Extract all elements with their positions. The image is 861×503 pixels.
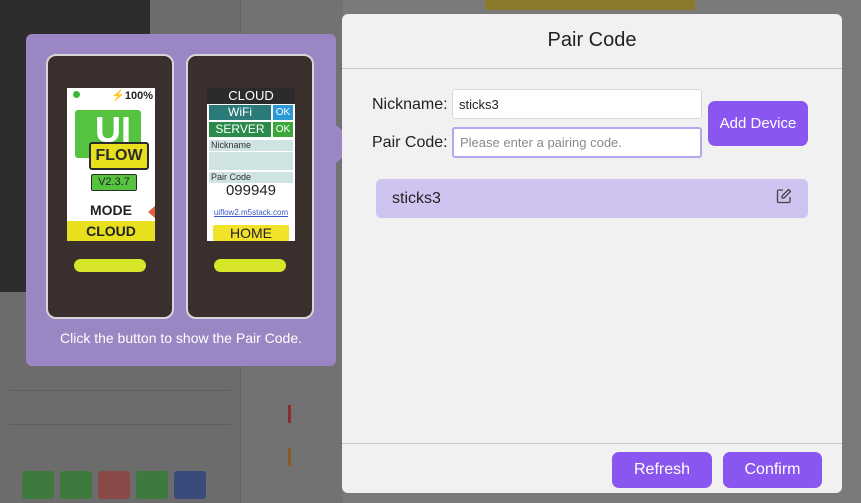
paircode-label: Pair Code: (372, 134, 448, 151)
cloud-mode-label: CLOUD (67, 221, 155, 241)
mode-arrow-icon (148, 206, 155, 218)
pair-code-dialog: Pair Code Nickname: Pair Code: Add Devic… (342, 14, 842, 493)
wifi-status-dot (73, 91, 80, 98)
server-ok-badge: OK (273, 122, 293, 137)
background-row (10, 400, 230, 425)
battery-level: 100% (124, 90, 153, 102)
battery-indicator: ⚡100% (111, 90, 153, 102)
dialog-title: Pair Code (342, 14, 842, 69)
refresh-button[interactable]: Refresh (612, 452, 712, 488)
uiflow-url: uiflow2.m5stack.com (213, 208, 289, 217)
status-bar: ⚡100% (67, 88, 155, 102)
nickname-label: Nickname (209, 140, 293, 151)
device-illustration-cloud: CLOUD WiFi OK SERVER OK Nickname Pair Co… (186, 54, 314, 319)
device-button (74, 259, 146, 272)
wifi-ok-badge: OK (273, 105, 293, 120)
wifi-status-row: WiFi OK (209, 105, 293, 120)
paircode-input[interactable] (452, 127, 702, 158)
mode-label: MODE (90, 202, 132, 218)
server-label: SERVER (209, 122, 271, 137)
pairing-instructions-panel: ⚡100% UI FLOW V2.3.7 MODE CLOUD CLOUD Wi… (26, 34, 336, 366)
background-button (98, 471, 130, 499)
background-button (136, 471, 168, 499)
edit-icon[interactable] (776, 188, 792, 204)
device-screen-home: ⚡100% UI FLOW V2.3.7 MODE CLOUD (67, 88, 155, 241)
background-button (60, 471, 92, 499)
cloud-header: CLOUD (207, 88, 295, 104)
pairing-instructions-caption: Click the button to show the Pair Code. (59, 330, 303, 346)
background-button (174, 471, 206, 499)
firmware-version: V2.3.7 (91, 174, 137, 191)
wifi-label: WiFi (209, 105, 271, 120)
nickname-label: Nickname: (372, 96, 448, 113)
uiflow-logo-flow: FLOW (89, 142, 149, 170)
server-status-row: SERVER OK (209, 122, 293, 137)
background-row (10, 366, 230, 391)
background-highlight (485, 0, 695, 10)
device-name: sticks3 (392, 190, 441, 207)
nickname-input[interactable] (452, 89, 702, 119)
nickname-value-band (209, 152, 293, 170)
dialog-footer-divider (342, 443, 842, 444)
device-list-item[interactable]: sticks3 (376, 179, 808, 218)
paircode-value: 099949 (225, 182, 277, 199)
home-label: HOME (213, 225, 289, 241)
device-screen-cloud: CLOUD WiFi OK SERVER OK Nickname Pair Co… (207, 88, 295, 241)
add-device-button[interactable]: Add Device (708, 101, 808, 146)
background-button (22, 471, 54, 499)
confirm-button[interactable]: Confirm (723, 452, 822, 488)
device-button (214, 259, 286, 272)
background-bar (288, 448, 291, 466)
background-bar (288, 405, 291, 423)
device-illustration-home: ⚡100% UI FLOW V2.3.7 MODE CLOUD (46, 54, 174, 319)
